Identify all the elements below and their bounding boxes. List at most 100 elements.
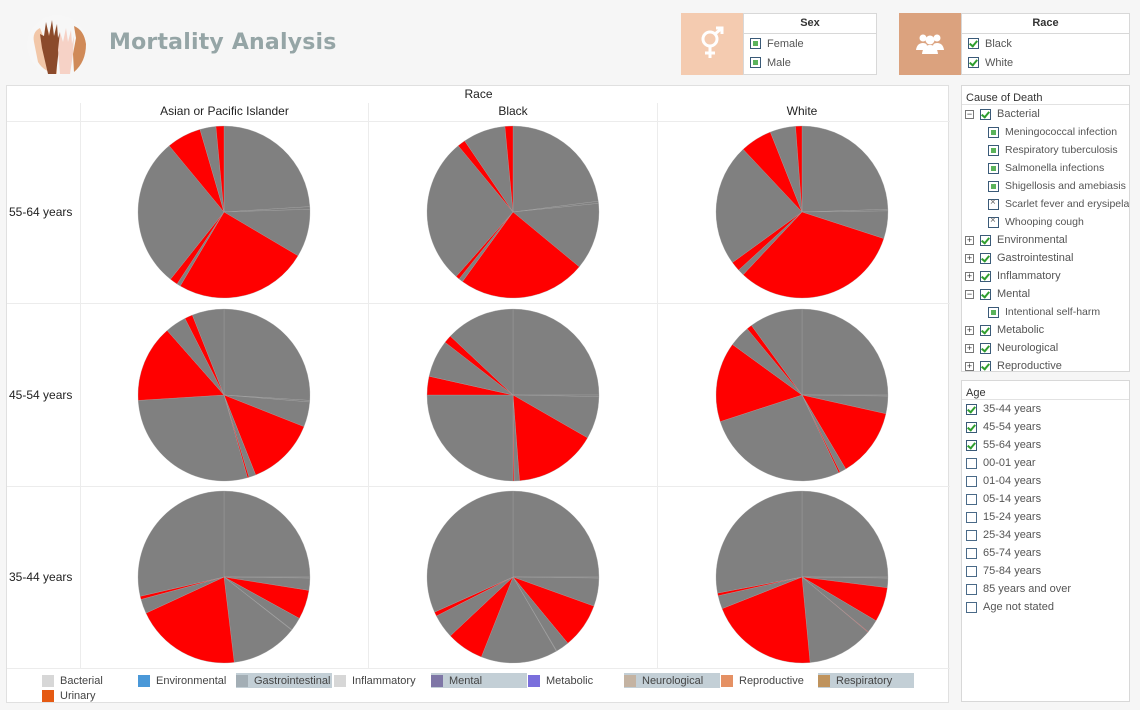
- age-option[interactable]: 75-84 years: [962, 562, 1129, 580]
- cause-item[interactable]: Scarlet fever and erysipelas: [962, 195, 1129, 213]
- legend-item[interactable]: Gastrointestinal: [236, 673, 332, 688]
- age-option[interactable]: 65-74 years: [962, 544, 1129, 562]
- checkbox[interactable]: [980, 234, 991, 246]
- cause-item[interactable]: + Inflammatory: [962, 267, 1129, 285]
- pie-slice[interactable]: [426, 394, 514, 482]
- expand-icon[interactable]: +: [965, 343, 974, 353]
- checkbox[interactable]: [966, 421, 977, 433]
- age-option[interactable]: 00-01 year: [962, 454, 1129, 472]
- legend-item[interactable]: Reproductive: [721, 673, 811, 688]
- race-option-black[interactable]: Black: [962, 34, 1129, 53]
- pie-45-54-years-white[interactable]: [715, 308, 889, 482]
- checkbox[interactable]: [750, 38, 761, 49]
- cause-item[interactable]: Meningococcal infection: [962, 123, 1129, 141]
- age-option[interactable]: 45-54 years: [962, 418, 1129, 436]
- checkbox[interactable]: [988, 144, 999, 156]
- legend-item[interactable]: Respiratory: [818, 673, 914, 688]
- pie-45-54-years-black[interactable]: [426, 308, 600, 482]
- sex-option-female[interactable]: Female: [744, 34, 876, 53]
- pie-slice[interactable]: [512, 308, 600, 396]
- pie-45-54-years-asian-or-pacific-islander[interactable]: [137, 308, 311, 482]
- pie-slice[interactable]: [801, 490, 889, 578]
- race-option-white[interactable]: White: [962, 53, 1129, 72]
- cause-item[interactable]: + Neurological: [962, 339, 1129, 357]
- checkbox[interactable]: [966, 511, 977, 523]
- expand-icon[interactable]: +: [965, 361, 974, 371]
- cause-item[interactable]: Salmonella infections: [962, 159, 1129, 177]
- checkbox[interactable]: [966, 475, 977, 487]
- legend-item[interactable]: Neurological: [624, 673, 720, 688]
- cause-item[interactable]: Respiratory tuberculosis: [962, 141, 1129, 159]
- cause-item[interactable]: − Mental: [962, 285, 1129, 303]
- cause-item[interactable]: + Reproductive: [962, 357, 1129, 371]
- checkbox[interactable]: [980, 324, 991, 336]
- pie-35-44-years-asian-or-pacific-islander[interactable]: [137, 490, 311, 664]
- legend-item[interactable]: Environmental: [138, 673, 228, 688]
- checkbox[interactable]: [966, 457, 977, 469]
- age-option[interactable]: 01-04 years: [962, 472, 1129, 490]
- checkbox[interactable]: [968, 38, 979, 49]
- sex-option-male[interactable]: Male: [744, 53, 876, 72]
- expand-icon[interactable]: +: [965, 271, 974, 281]
- checkbox[interactable]: [980, 342, 991, 354]
- checkbox[interactable]: [966, 601, 977, 613]
- checkbox[interactable]: [968, 57, 979, 68]
- cause-item[interactable]: + Environmental: [962, 231, 1129, 249]
- checkbox[interactable]: [966, 583, 977, 595]
- age-option[interactable]: 25-34 years: [962, 526, 1129, 544]
- legend-item[interactable]: Bacterial: [42, 673, 132, 688]
- expand-icon[interactable]: +: [965, 253, 974, 263]
- age-option[interactable]: 15-24 years: [962, 508, 1129, 526]
- cause-item[interactable]: + Metabolic: [962, 321, 1129, 339]
- cause-item[interactable]: Shigellosis and amebiasis: [962, 177, 1129, 195]
- expand-icon[interactable]: +: [965, 235, 974, 245]
- age-option[interactable]: 35-44 years: [962, 400, 1129, 418]
- pie-35-44-years-white[interactable]: [715, 490, 889, 664]
- cause-item[interactable]: + Gastrointestinal: [962, 249, 1129, 267]
- checkbox[interactable]: [980, 270, 991, 282]
- checkbox[interactable]: [966, 529, 977, 541]
- collapse-icon[interactable]: −: [965, 289, 974, 299]
- checkbox[interactable]: [966, 493, 977, 505]
- pie-slice[interactable]: [223, 490, 311, 578]
- pie-slice[interactable]: [801, 125, 889, 213]
- cause-item[interactable]: Whooping cough: [962, 213, 1129, 231]
- pie-slice[interactable]: [223, 125, 310, 213]
- checkbox[interactable]: [966, 403, 977, 415]
- pie-slice[interactable]: [715, 490, 803, 594]
- cause-item[interactable]: − Bacterial: [962, 105, 1129, 123]
- pie-slice[interactable]: [512, 490, 600, 578]
- legend-item[interactable]: Inflammatory: [334, 673, 424, 688]
- expand-icon[interactable]: +: [965, 325, 974, 335]
- age-option[interactable]: 85 years and over: [962, 580, 1129, 598]
- pie-55-64-years-black[interactable]: [426, 125, 600, 299]
- pie-slice[interactable]: [223, 308, 311, 401]
- age-option[interactable]: 55-64 years: [962, 436, 1129, 454]
- age-option[interactable]: Age not stated: [962, 598, 1129, 616]
- checkbox[interactable]: [988, 215, 999, 228]
- pie-slice[interactable]: [512, 125, 599, 213]
- pie-55-64-years-white[interactable]: [715, 125, 889, 299]
- checkbox[interactable]: [988, 306, 999, 318]
- checkbox[interactable]: [980, 108, 991, 120]
- collapse-icon[interactable]: −: [965, 109, 974, 119]
- pie-35-44-years-black[interactable]: [426, 490, 600, 664]
- checkbox[interactable]: [988, 197, 999, 210]
- checkbox[interactable]: [966, 565, 977, 577]
- checkbox[interactable]: [750, 57, 761, 68]
- checkbox[interactable]: [988, 162, 999, 174]
- checkbox[interactable]: [980, 252, 991, 264]
- checkbox[interactable]: [980, 288, 991, 300]
- checkbox[interactable]: [988, 180, 999, 192]
- legend-item[interactable]: Mental: [431, 673, 527, 688]
- cause-item[interactable]: Intentional self-harm: [962, 303, 1129, 321]
- checkbox[interactable]: [988, 126, 999, 138]
- pie-55-64-years-asian-or-pacific-islander[interactable]: [137, 125, 311, 299]
- legend-item[interactable]: Metabolic: [528, 673, 618, 688]
- checkbox[interactable]: [966, 439, 977, 451]
- age-option[interactable]: 05-14 years: [962, 490, 1129, 508]
- pie-slice[interactable]: [801, 308, 889, 396]
- legend-item[interactable]: Urinary: [42, 688, 132, 703]
- checkbox[interactable]: [980, 360, 991, 371]
- checkbox[interactable]: [966, 547, 977, 559]
